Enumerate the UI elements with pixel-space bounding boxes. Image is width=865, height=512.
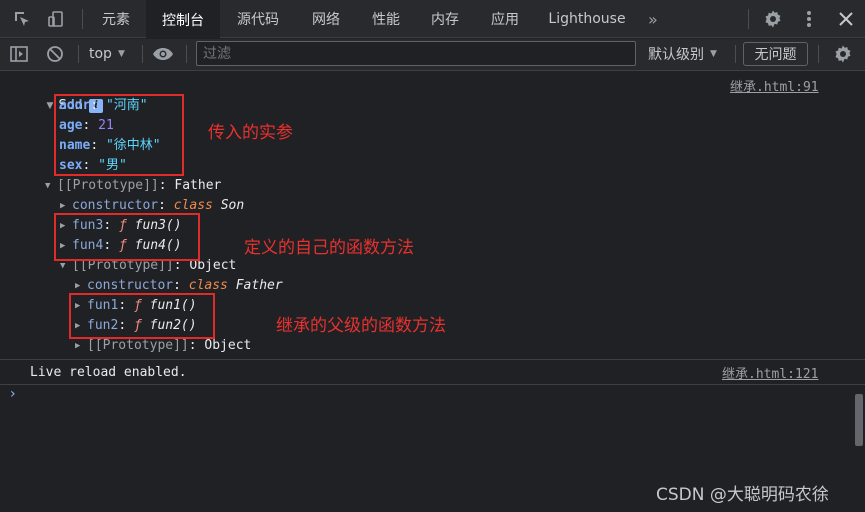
message-divider xyxy=(0,384,865,385)
close-icon[interactable] xyxy=(834,0,858,38)
prototype-key: [[Prototype]] xyxy=(87,338,189,353)
filter-input[interactable] xyxy=(196,41,636,66)
tab-console[interactable]: 控制台 xyxy=(146,0,220,39)
divider xyxy=(142,45,143,63)
annotation-box-own-methods xyxy=(54,213,200,261)
constructor-key: constructor xyxy=(87,278,174,293)
sidebar-toggle-icon[interactable] xyxy=(8,39,30,69)
console-toolbar: top ▼ 默认级别 ▼ 无问题 xyxy=(0,39,865,71)
divider xyxy=(186,45,187,63)
source-link[interactable]: 继承.html:121 xyxy=(722,363,818,382)
divider xyxy=(82,9,83,29)
prototype-row[interactable]: ▼ [[Prototype]]: Father xyxy=(45,176,221,196)
console-prompt-icon[interactable]: › xyxy=(10,386,16,402)
object-header[interactable]: ▼ Son i xyxy=(30,76,103,113)
prototype-key: [[Prototype]] xyxy=(57,178,159,193)
annotation-box-args xyxy=(54,94,184,176)
collapsed-triangle-icon[interactable]: ▶ xyxy=(75,336,87,356)
issues-button[interactable]: 无问题 xyxy=(743,42,808,66)
divider xyxy=(748,9,749,29)
caret-down-icon: ▼ xyxy=(710,49,717,59)
tab-network[interactable]: 网络 xyxy=(296,0,356,38)
watermark: CSDN @大聪明码农徐 xyxy=(656,485,829,505)
devtools-tab-bar: 元素 控制台 源代码 网络 性能 内存 应用 Lighthouse » xyxy=(0,0,865,39)
expanded-triangle-icon[interactable]: ▼ xyxy=(45,176,57,196)
class-name: Son xyxy=(220,198,245,213)
prototype-row[interactable]: ▶ [[Prototype]]: Object xyxy=(75,336,251,356)
gear-icon[interactable] xyxy=(760,0,786,38)
annotation-note-parent-methods: 继承的父级的函数方法 xyxy=(276,316,446,336)
caret-down-icon: ▼ xyxy=(117,49,125,59)
more-tabs-icon[interactable]: » xyxy=(648,0,658,38)
annotation-box-parent-methods xyxy=(69,293,215,339)
tab-sources[interactable]: 源代码 xyxy=(222,0,294,38)
divider xyxy=(78,45,79,63)
source-link[interactable]: 继承.html:91 xyxy=(730,76,819,95)
divider xyxy=(735,45,736,63)
context-label: top xyxy=(89,46,112,62)
prototype-value: Object xyxy=(204,338,252,353)
class-keyword: class xyxy=(188,278,228,293)
clear-console-icon[interactable] xyxy=(44,39,66,69)
tab-performance[interactable]: 性能 xyxy=(358,0,414,38)
tab-elements[interactable]: 元素 xyxy=(88,0,144,38)
class-keyword: class xyxy=(173,198,213,213)
divider xyxy=(818,45,819,63)
kebab-menu-icon[interactable] xyxy=(798,0,820,38)
annotation-note-args: 传入的实参 xyxy=(208,123,293,143)
live-expression-icon[interactable] xyxy=(150,39,176,69)
class-name: Father xyxy=(235,278,283,293)
tab-application[interactable]: 应用 xyxy=(476,0,534,38)
message-divider xyxy=(0,359,865,360)
device-toggle-icon[interactable] xyxy=(44,0,68,38)
tab-memory[interactable]: 内存 xyxy=(416,0,474,38)
log-message: Live reload enabled. xyxy=(30,365,187,380)
tab-lighthouse[interactable]: Lighthouse xyxy=(536,0,638,38)
log-level-label: 默认级别 xyxy=(648,47,704,63)
gear-icon[interactable] xyxy=(830,39,856,69)
annotation-note-own-methods: 定义的自己的函数方法 xyxy=(244,238,414,258)
log-level-selector[interactable]: 默认级别 ▼ xyxy=(648,39,717,69)
constructor-key: constructor xyxy=(72,198,159,213)
context-selector[interactable]: top ▼ xyxy=(89,39,125,69)
scrollbar-thumb[interactable] xyxy=(855,394,863,446)
prototype-value: Father xyxy=(174,178,222,193)
inspect-element-icon[interactable] xyxy=(10,0,34,38)
